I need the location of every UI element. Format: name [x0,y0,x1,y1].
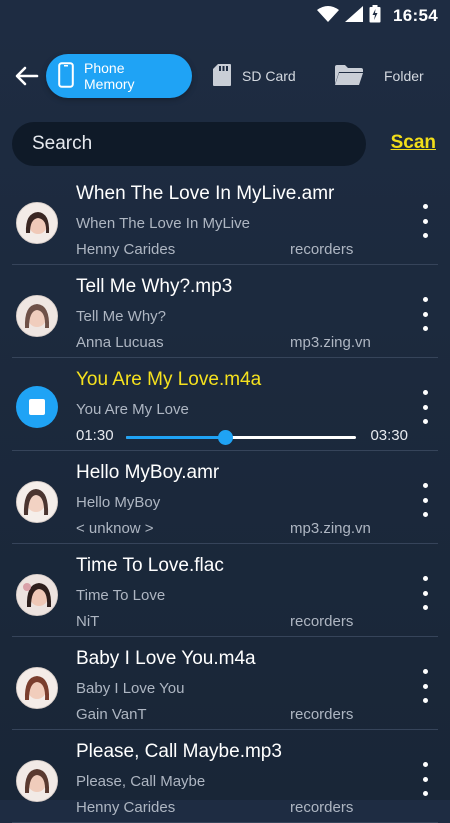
total-time: 03:30 [370,427,408,444]
recording-source: mp3.zing.vn [290,520,371,537]
avatar [16,481,58,523]
stop-button[interactable] [16,386,58,428]
list-item[interactable]: Tell Me Why?.mp3 Tell Me Why? Anna Lucua… [12,265,438,358]
status-bar: 16:54 [0,0,450,32]
battery-icon [369,4,381,28]
recording-subtitle: Hello MyBoy [76,494,161,511]
seek-bar-thumb[interactable] [217,430,233,445]
tab-label: SD Card [242,68,296,84]
signal-icon [345,5,364,27]
playback-progress: 01:30 03:30 [76,427,408,447]
seek-bar-fill [126,436,225,439]
more-options-icon[interactable] [416,483,434,517]
recording-artist: < unknow > [76,520,154,537]
recording-title: You Are My Love.m4a [76,369,262,390]
recording-artist: Anna Lucuas [76,334,164,351]
recording-title: Time To Love.flac [76,555,224,576]
wifi-icon [317,5,340,27]
avatar [16,667,58,709]
recording-source: recorders [290,799,354,816]
list-item[interactable]: Hello MyBoy.amr Hello MyBoy < unknow > m… [12,451,438,544]
sd-card-icon [212,63,232,90]
status-time: 16:54 [393,6,438,25]
back-button[interactable] [12,62,42,90]
recording-artist: Henny Carides [76,799,176,816]
recording-list: When The Love In MyLive.amr When The Lov… [0,172,450,823]
recording-title: When The Love In MyLive.amr [76,183,335,204]
more-options-icon[interactable] [416,204,434,238]
recording-artist: Gain VanT [76,706,147,723]
more-options-icon[interactable] [416,669,434,703]
recording-source: mp3.zing.vn [290,334,371,351]
recording-subtitle: Please, Call Maybe [76,773,206,790]
list-item-playing[interactable]: You Are My Love.m4a You Are My Love 01:3… [12,358,438,451]
avatar [16,760,58,802]
avatar [16,202,58,244]
more-options-icon[interactable] [416,762,434,796]
back-arrow-icon [15,66,39,86]
avatar [16,574,58,616]
tab-phone-memory[interactable]: Phone Memory [46,54,192,98]
list-item[interactable]: When The Love In MyLive.amr When The Lov… [12,172,438,265]
recording-subtitle: You Are My Love [76,401,189,418]
storage-tabs: Phone Memory SD Card Folder [0,50,450,102]
phone-icon [58,61,74,91]
recording-artist: NiT [76,613,100,630]
avatar [16,295,58,337]
search-bar: Search Scan [12,122,438,166]
more-options-icon[interactable] [416,390,434,424]
tab-folder[interactable]: Folder [334,54,424,98]
tab-label: Folder [384,68,424,84]
recording-source: recorders [290,706,354,723]
recording-source: recorders [290,613,354,630]
folder-icon [334,64,364,89]
seek-bar[interactable] [126,430,356,445]
stop-icon [29,399,45,415]
recording-title: Please, Call Maybe.mp3 [76,741,282,762]
more-options-icon[interactable] [416,297,434,331]
recording-subtitle: Tell Me Why? [76,308,167,325]
tab-sd-card[interactable]: SD Card [212,54,296,98]
current-time: 01:30 [76,427,114,444]
recording-title: Baby I Love You.m4a [76,648,256,669]
list-item[interactable]: Time To Love.flac Time To Love NiT recor… [12,544,438,637]
more-options-icon[interactable] [416,576,434,610]
search-placeholder: Search [32,133,93,154]
scan-button[interactable]: Scan [391,132,436,154]
recording-title: Tell Me Why?.mp3 [76,276,233,297]
recording-subtitle: When The Love In MyLive [76,215,250,232]
recording-title: Hello MyBoy.amr [76,462,220,483]
list-item[interactable]: Baby I Love You.m4a Baby I Love You Gain… [12,637,438,730]
recording-subtitle: Baby I Love You [76,680,185,697]
recording-source: recorders [290,241,354,258]
tab-label: Phone Memory [84,60,135,92]
search-input[interactable]: Search [12,122,366,166]
recording-artist: Henny Carides [76,241,176,258]
recording-subtitle: Time To Love [76,587,166,604]
list-item[interactable]: Please, Call Maybe.mp3 Please, Call Mayb… [12,730,438,823]
